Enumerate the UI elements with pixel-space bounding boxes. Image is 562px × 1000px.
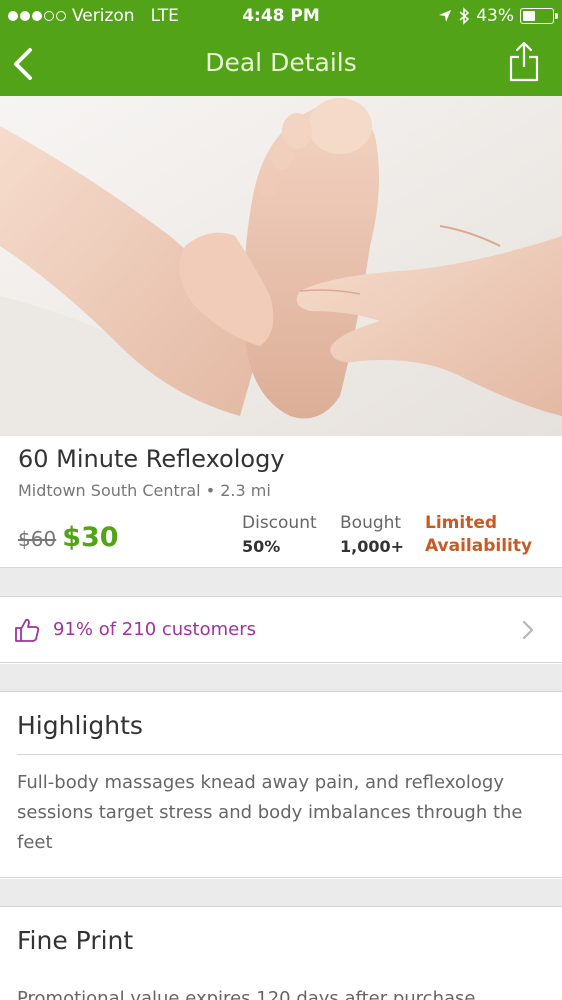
original-price: $60 [18, 527, 57, 551]
section-gap [0, 879, 562, 907]
discount-label: Discount [242, 513, 317, 533]
share-icon[interactable] [508, 40, 540, 82]
highlights-section: Highlights Full-body massages knead away… [0, 692, 562, 878]
deal-location: Midtown South Central • 2.3 mi [18, 481, 271, 500]
battery-icon [520, 8, 558, 24]
section-gap [0, 568, 562, 597]
nav-bar: Deal Details [0, 32, 562, 96]
discount-value: 50% [242, 537, 281, 556]
bought-stat: Bought 1,000+ [340, 512, 404, 558]
discount-stat: Discount 50% [242, 512, 317, 558]
deal-hero-image [0, 96, 562, 436]
status-right: 43% [438, 6, 558, 26]
highlights-heading: Highlights [17, 711, 143, 740]
availability-line1: Limited [425, 513, 498, 533]
battery-percent: 43% [476, 6, 514, 26]
location-arrow-icon [439, 10, 452, 22]
section-gap [0, 664, 562, 692]
bought-value: 1,000+ [340, 537, 405, 556]
page-title: Deal Details [205, 48, 357, 77]
deal-summary: 60 Minute Reflexology Midtown South Cent… [0, 436, 562, 568]
availability-line2: Availability [425, 536, 533, 556]
highlights-body: Full-body massages knead away pain, and … [17, 772, 523, 853]
customer-rating-row[interactable]: 91% of 210 customers [0, 597, 562, 663]
bluetooth-icon [459, 7, 470, 25]
fine-print-heading: Fine Print [17, 926, 134, 955]
availability-stat: Limited Availability [425, 512, 532, 558]
thumbs-up-icon [15, 618, 40, 642]
deal-title: 60 Minute Reflexology [18, 445, 285, 473]
fine-print-body: Promotional value expires 120 days after… [17, 988, 476, 1000]
app-header: Verizon LTE 4:48 PM 43% Deal Details [0, 0, 562, 96]
sale-price: $30 [62, 522, 119, 553]
divider [17, 754, 562, 755]
bought-label: Bought [340, 513, 402, 533]
chevron-right-icon [522, 620, 534, 640]
deal-price: $60 $30 [18, 522, 119, 553]
rating-text: 91% of 210 customers [53, 619, 257, 640]
fine-print-section: Fine Print Promotional value expires 120… [0, 907, 562, 1000]
foot-reflexology-photo [0, 96, 562, 436]
status-bar: Verizon LTE 4:48 PM 43% [0, 0, 562, 32]
